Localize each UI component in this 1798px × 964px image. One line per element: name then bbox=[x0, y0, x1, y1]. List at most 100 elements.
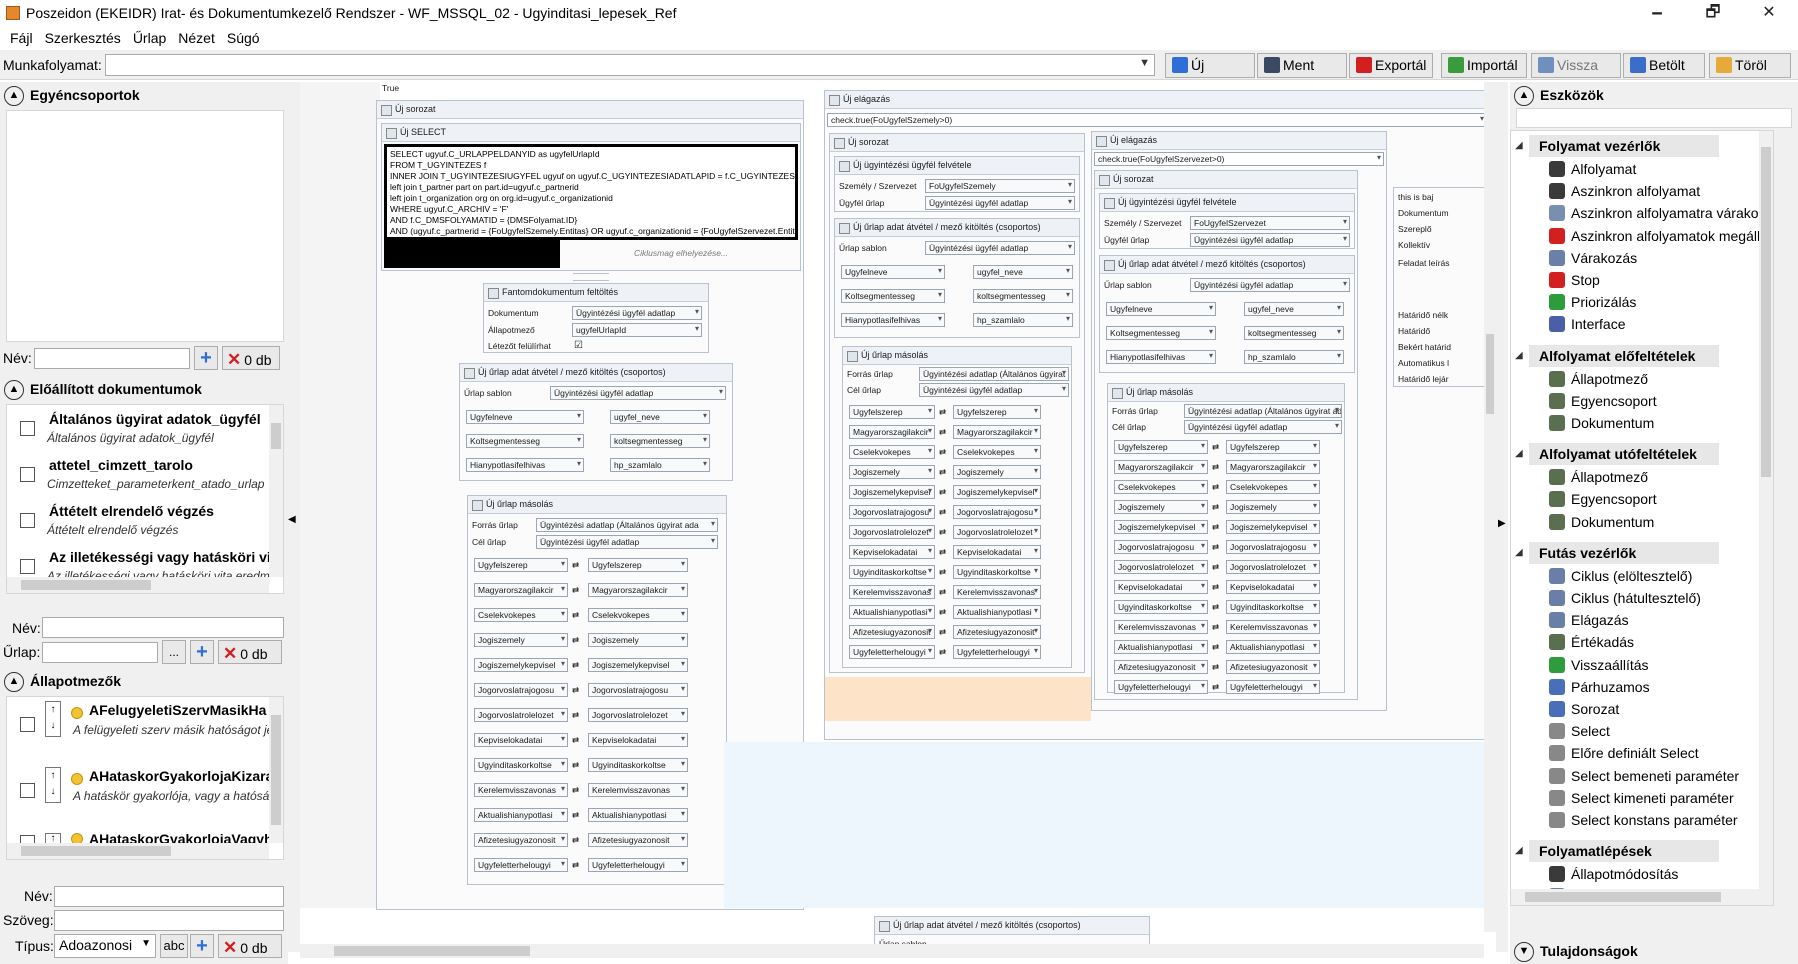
text-input[interactable] bbox=[54, 910, 284, 931]
copy-source[interactable]: Jogorvoslatrolelozet bbox=[474, 708, 568, 722]
copy-target[interactable]: Ugyfeletterhelougyi bbox=[588, 858, 688, 872]
copy-target[interactable]: Ugyfelszerep bbox=[588, 558, 688, 572]
form-input[interactable] bbox=[42, 642, 158, 663]
collapse-icon[interactable]: ◢ bbox=[1515, 140, 1523, 151]
map-target[interactable]: koltsegmentesseg bbox=[973, 289, 1073, 303]
tool-category[interactable]: Alfolyamat utófeltételek bbox=[1529, 443, 1719, 466]
map-source[interactable]: Hianypotlasifelhivas bbox=[841, 313, 945, 327]
copy-source[interactable]: Ugyfelszerep bbox=[849, 405, 935, 419]
type-select[interactable]: Adoazonosi ▼ bbox=[54, 934, 156, 958]
select-block[interactable]: Új SELECT SELECT ugyuf.C_URLAPPELDANYID … bbox=[381, 123, 801, 271]
browse-form-button[interactable]: ... bbox=[162, 640, 186, 664]
map-source[interactable]: Hianypotlasifelhivas bbox=[466, 458, 584, 472]
checkbox[interactable]: ☑ bbox=[574, 340, 583, 351]
take-block[interactable]: Új űrlap adat átvétel / mező kitöltés (c… bbox=[459, 363, 733, 481]
copy-source[interactable]: Jogiszemely bbox=[1114, 500, 1208, 514]
add-doc-button[interactable]: + bbox=[190, 640, 214, 664]
copy-source[interactable]: Afizetesiugyazonosit bbox=[849, 625, 935, 639]
copy-source[interactable]: Magyarorszagilakcir bbox=[849, 425, 935, 439]
right-splitter[interactable]: ▶ bbox=[1496, 82, 1508, 952]
checkbox[interactable] bbox=[20, 783, 35, 798]
menu-help[interactable]: Súgó bbox=[221, 28, 266, 46]
copy-target[interactable]: Jogiszemelykepvisel bbox=[588, 658, 688, 672]
client-block[interactable]: Új ügyintézési ügyfél felvétele Személy … bbox=[1099, 193, 1355, 249]
tool-item[interactable]: Select bbox=[1549, 723, 1610, 743]
tool-item[interactable]: Ciklus (elöltesztelő) bbox=[1549, 567, 1692, 588]
copy-source[interactable]: Magyarorszagilakcir bbox=[474, 583, 568, 597]
copy-source[interactable]: Jogiszemelykepvisel bbox=[1114, 520, 1208, 534]
vertical-scrollbar[interactable] bbox=[1759, 131, 1773, 905]
copy-target[interactable]: Ugyfelszerep bbox=[1226, 440, 1320, 454]
copy-block[interactable]: Új űrlap másolás Forrás űrlap Ügyintézés… bbox=[1107, 383, 1345, 694]
source-combo[interactable]: Ügyintézési adatlap (Általános ügyirat a… bbox=[536, 518, 718, 532]
tool-item[interactable]: Ciklus (hátultesztelő) bbox=[1549, 590, 1701, 610]
copy-target[interactable]: Jogiszemely bbox=[1226, 500, 1320, 514]
tool-item[interactable]: Visszaállítás bbox=[1549, 656, 1649, 677]
tool-item[interactable]: Állapotmező bbox=[1549, 469, 1648, 489]
tool-item[interactable]: Interface bbox=[1549, 316, 1625, 336]
tool-item[interactable]: Elágazás bbox=[1549, 612, 1629, 632]
import-button[interactable]: Importál bbox=[1441, 53, 1527, 78]
map-target[interactable]: hp_szamlalo bbox=[610, 458, 710, 472]
copy-source[interactable]: Cselekvokepes bbox=[474, 608, 568, 622]
copy-target[interactable]: Afizetesiugyazonosit bbox=[1226, 660, 1320, 674]
copy-target[interactable]: Aktualishianypotlasi bbox=[1226, 640, 1320, 654]
copy-source[interactable]: Aktualishianypotlasi bbox=[1114, 640, 1208, 654]
fantom-block[interactable]: Fantomdokumentum feltöltés Dokumentum Üg… bbox=[483, 283, 709, 353]
copy-target[interactable]: Magyarorszagilakcir bbox=[1226, 460, 1320, 474]
condition-input[interactable]: check.true(FoUgyfelSzervezet>0) bbox=[1094, 152, 1384, 166]
horizontal-scrollbar[interactable] bbox=[7, 577, 269, 593]
copy-target[interactable]: Jogorvoslatrajogosu bbox=[953, 505, 1041, 519]
copy-source[interactable]: Jogorvoslatrajogosu bbox=[474, 683, 568, 697]
horizontal-scrollbar[interactable] bbox=[1511, 889, 1759, 905]
tool-item[interactable]: Állapotmódosítás bbox=[1549, 866, 1678, 886]
states-list[interactable]: ↑ ↓ AFelugyeletiSzervMasikHa A felügyeleti … bbox=[6, 696, 284, 860]
tool-category[interactable]: Futás vezérlők bbox=[1529, 541, 1719, 564]
copy-target[interactable]: Magyarorszagilakcir bbox=[953, 425, 1041, 439]
branch-block[interactable]: Új elágazás check.true(FoUgyfelSzemely>0… bbox=[824, 90, 1497, 740]
map-target[interactable]: koltsegmentesseg bbox=[610, 434, 710, 448]
tool-category[interactable]: Folyamat vezérlők bbox=[1529, 135, 1719, 157]
tool-item[interactable]: Aszinkron alfolyamatok megáll bbox=[1549, 227, 1760, 248]
tool-item[interactable]: Várakozás bbox=[1549, 249, 1637, 270]
copy-target[interactable]: Ugyfelszerep bbox=[953, 405, 1041, 419]
map-target[interactable]: hp_szamlalo bbox=[1244, 350, 1344, 364]
add-state-button[interactable]: + bbox=[190, 934, 214, 958]
tool-item[interactable]: Aszinkron alfolyamatra várakoz bbox=[1549, 205, 1766, 225]
copy-source[interactable]: Jogiszemelykepvisel bbox=[474, 658, 568, 672]
collapse-icon[interactable]: ◢ bbox=[1515, 448, 1523, 459]
template-combo[interactable]: Ügyintézési ügyfél adatlap bbox=[925, 241, 1075, 255]
close-button[interactable]: ✕ bbox=[1746, 0, 1792, 28]
task-block[interactable]: this is baj Dokumentum Szereplő Kollektív Fe… bbox=[1393, 187, 1497, 387]
copy-target[interactable]: Jogiszemely bbox=[953, 465, 1041, 479]
reorder-icon[interactable]: ↑ ↓ bbox=[45, 767, 61, 803]
copy-source[interactable]: Ugyfeletterhelougyi bbox=[849, 645, 935, 659]
copy-source[interactable]: Kepviselokadatai bbox=[1114, 580, 1208, 594]
load-button[interactable]: Betölt bbox=[1623, 53, 1705, 78]
copy-source[interactable]: Aktualishianypotlasi bbox=[849, 605, 935, 619]
copy-target[interactable]: Ugyinditaskorkoltse bbox=[1226, 600, 1320, 614]
designer-canvas[interactable]: True Új sorozat Új SELECT SELECT ugyuf.C… bbox=[300, 82, 1497, 964]
copy-target[interactable]: Jogiszemely bbox=[588, 633, 688, 647]
copy-target[interactable]: Afizetesiugyazonosit bbox=[588, 833, 688, 847]
tool-item[interactable]: Értékadás bbox=[1549, 634, 1634, 654]
collapse-icon[interactable]: ◢ bbox=[1515, 845, 1523, 856]
template-combo[interactable]: Ügyintézési ügyfél adatlap bbox=[1190, 278, 1350, 292]
list-item[interactable]: ↑ ↓ AFelugyeletiSzervMasikHa A felügyeleti … bbox=[15, 699, 270, 765]
copy-block[interactable]: Új űrlap másolás Forrás űrlap Ügyintézés… bbox=[467, 495, 727, 885]
target-combo[interactable]: Ügyintézési ügyfél adatlap bbox=[919, 383, 1069, 397]
take-block[interactable]: Új űrlap adat átvétel / mező kitöltés (c… bbox=[1099, 255, 1355, 373]
reorder-icon[interactable]: ↑ bbox=[45, 833, 61, 843]
groups-list[interactable] bbox=[6, 110, 284, 342]
copy-target[interactable]: Jogiszemelykepvisel bbox=[953, 485, 1041, 499]
tool-category[interactable]: Alfolyamat előfeltételek bbox=[1529, 344, 1719, 367]
menu-file[interactable]: Fájl bbox=[4, 28, 39, 46]
tool-item[interactable]: Select konstans paraméter bbox=[1549, 812, 1738, 832]
state-delete-button[interactable]: ✕ 0 db bbox=[218, 934, 282, 958]
map-target[interactable]: ugyfel_neve bbox=[610, 410, 710, 424]
copy-target[interactable]: Kepviselokadatai bbox=[953, 545, 1041, 559]
client-block[interactable]: Új ügyintézési ügyfél felvétele Személy … bbox=[834, 156, 1080, 212]
copy-target[interactable]: Cselekvokepes bbox=[953, 445, 1041, 459]
doc-combo[interactable]: Ügyintézési ügyfél adatlap bbox=[572, 306, 702, 320]
tool-category[interactable]: Folyamatlépések bbox=[1529, 840, 1719, 863]
